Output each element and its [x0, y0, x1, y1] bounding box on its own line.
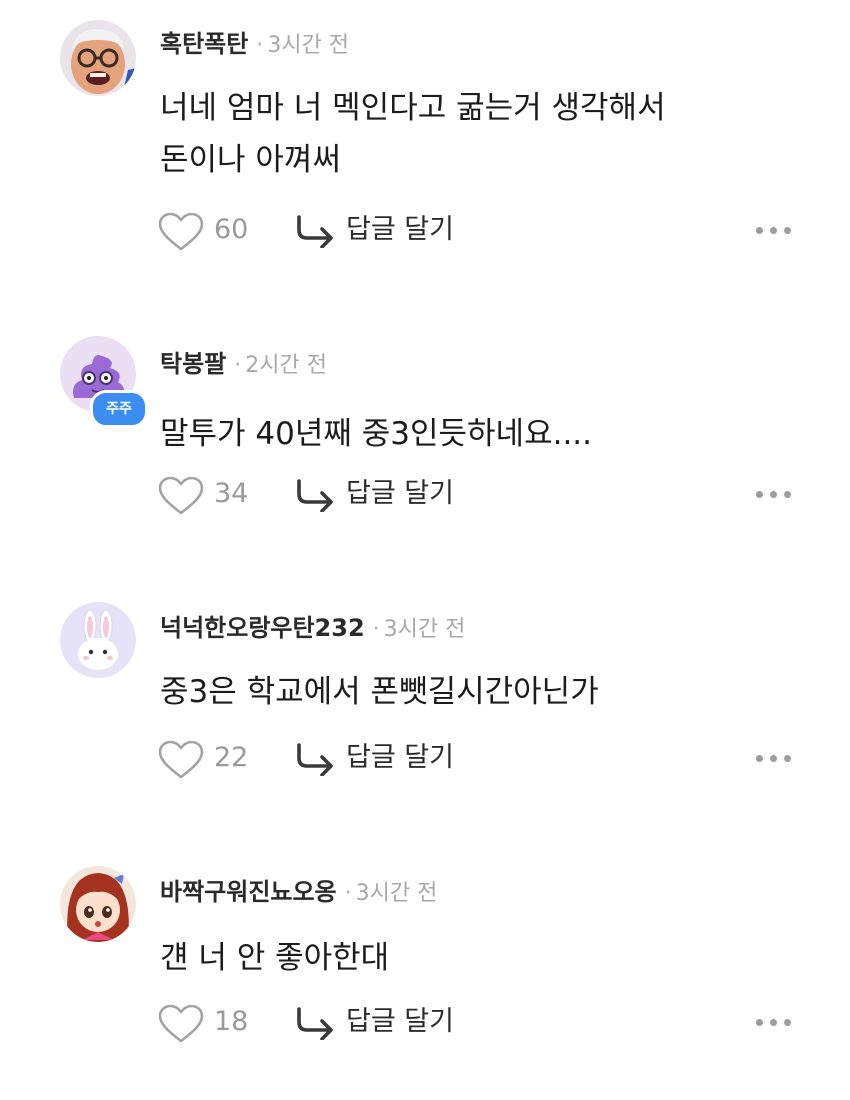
- avatar[interactable]: [60, 20, 136, 96]
- reply-label: 답글 달기: [346, 1006, 454, 1037]
- comment-meta: 혹탄폭탄 · 3시간 전: [160, 24, 349, 64]
- comment-item: 주주 탁봉팔 · 2시간 전 말투가 40년째 중3인듯하네요.... 34 답글 …: [0, 330, 850, 570]
- like-count: 22: [214, 742, 249, 773]
- timestamp: 3시간 전: [383, 617, 466, 642]
- reply-label: 답글 달기: [346, 478, 454, 509]
- avatar[interactable]: [60, 866, 136, 942]
- reply-button[interactable]: 답글 달기: [294, 736, 474, 780]
- author-name[interactable]: 바짝구워진뇨오옹: [160, 878, 337, 906]
- comment-text: 중3은 학교에서 폰뺏길시간아닌가: [160, 674, 599, 710]
- timestamp: 2시간 전: [245, 353, 327, 378]
- comment-text: 걘 너 안 좋아한대: [160, 940, 390, 976]
- more-dots-icon[interactable]: [754, 484, 794, 504]
- comment-actions: 22 답글 달기: [158, 736, 798, 780]
- comment-actions: 34 답글 달기: [158, 472, 798, 516]
- comment-actions: 60 답글 달기: [158, 208, 798, 252]
- like-count: 34: [214, 478, 249, 509]
- meta-separator: ·: [256, 33, 264, 58]
- timestamp: 3시간 전: [355, 881, 438, 906]
- comment-actions: 18 답글 달기: [158, 1000, 798, 1044]
- user-badge: 주주: [90, 390, 148, 428]
- reply-arrow-icon: [297, 1007, 333, 1040]
- reply-label: 답글 달기: [346, 214, 454, 245]
- reply-arrow-icon: [297, 479, 333, 512]
- more-dots-icon[interactable]: [754, 220, 794, 240]
- reply-arrow-icon: [297, 215, 333, 248]
- reply-arrow-icon: [297, 743, 333, 776]
- comment-item: 혹탄폭탄 · 3시간 전 너네 엄마 너 멕인다고 굶는거 생각해서 돈이나 아껴써…: [0, 0, 850, 251]
- heart-outline-icon[interactable]: [158, 476, 204, 516]
- comment-text: 말투가 40년째 중3인듯하네요....: [160, 416, 593, 452]
- heart-outline-icon[interactable]: [158, 740, 204, 780]
- reply-label: 답글 달기: [346, 742, 454, 773]
- reply-button[interactable]: 답글 달기: [294, 472, 474, 516]
- comment-meta: 탁봉팔 · 2시간 전: [160, 344, 327, 384]
- timestamp: 3시간 전: [267, 33, 350, 58]
- comment-meta: 넉넉한오랑우탄232 · 3시간 전: [160, 608, 465, 648]
- like-count: 60: [214, 214, 249, 245]
- heart-outline-icon[interactable]: [158, 1004, 204, 1044]
- comment-meta: 바짝구워진뇨오옹 · 3시간 전: [160, 872, 437, 912]
- comment-item: 넉넉한오랑우탄232 · 3시간 전 중3은 학교에서 폰뺏길시간아닌가 22 답글…: [0, 596, 850, 836]
- comment-text: 너네 엄마 너 멕인다고 굶는거 생각해서 돈이나 아껴써: [160, 90, 666, 178]
- meta-separator: ·: [234, 353, 242, 378]
- avatar[interactable]: [60, 602, 136, 678]
- heart-outline-icon[interactable]: [158, 212, 204, 252]
- meta-separator: ·: [372, 617, 380, 642]
- more-dots-icon[interactable]: [754, 1012, 794, 1032]
- reply-button[interactable]: 답글 달기: [294, 208, 474, 252]
- more-dots-icon[interactable]: [754, 748, 794, 768]
- author-name[interactable]: 탁봉팔: [160, 350, 226, 378]
- comment-item: 바짝구워진뇨오옹 · 3시간 전 걘 너 안 좋아한대 18 답글 달기: [0, 860, 850, 1100]
- author-name[interactable]: 넉넉한오랑우탄232: [160, 614, 365, 642]
- reply-button[interactable]: 답글 달기: [294, 1000, 474, 1044]
- like-count: 18: [214, 1006, 249, 1037]
- author-name[interactable]: 혹탄폭탄: [160, 30, 248, 58]
- meta-separator: ·: [344, 881, 352, 906]
